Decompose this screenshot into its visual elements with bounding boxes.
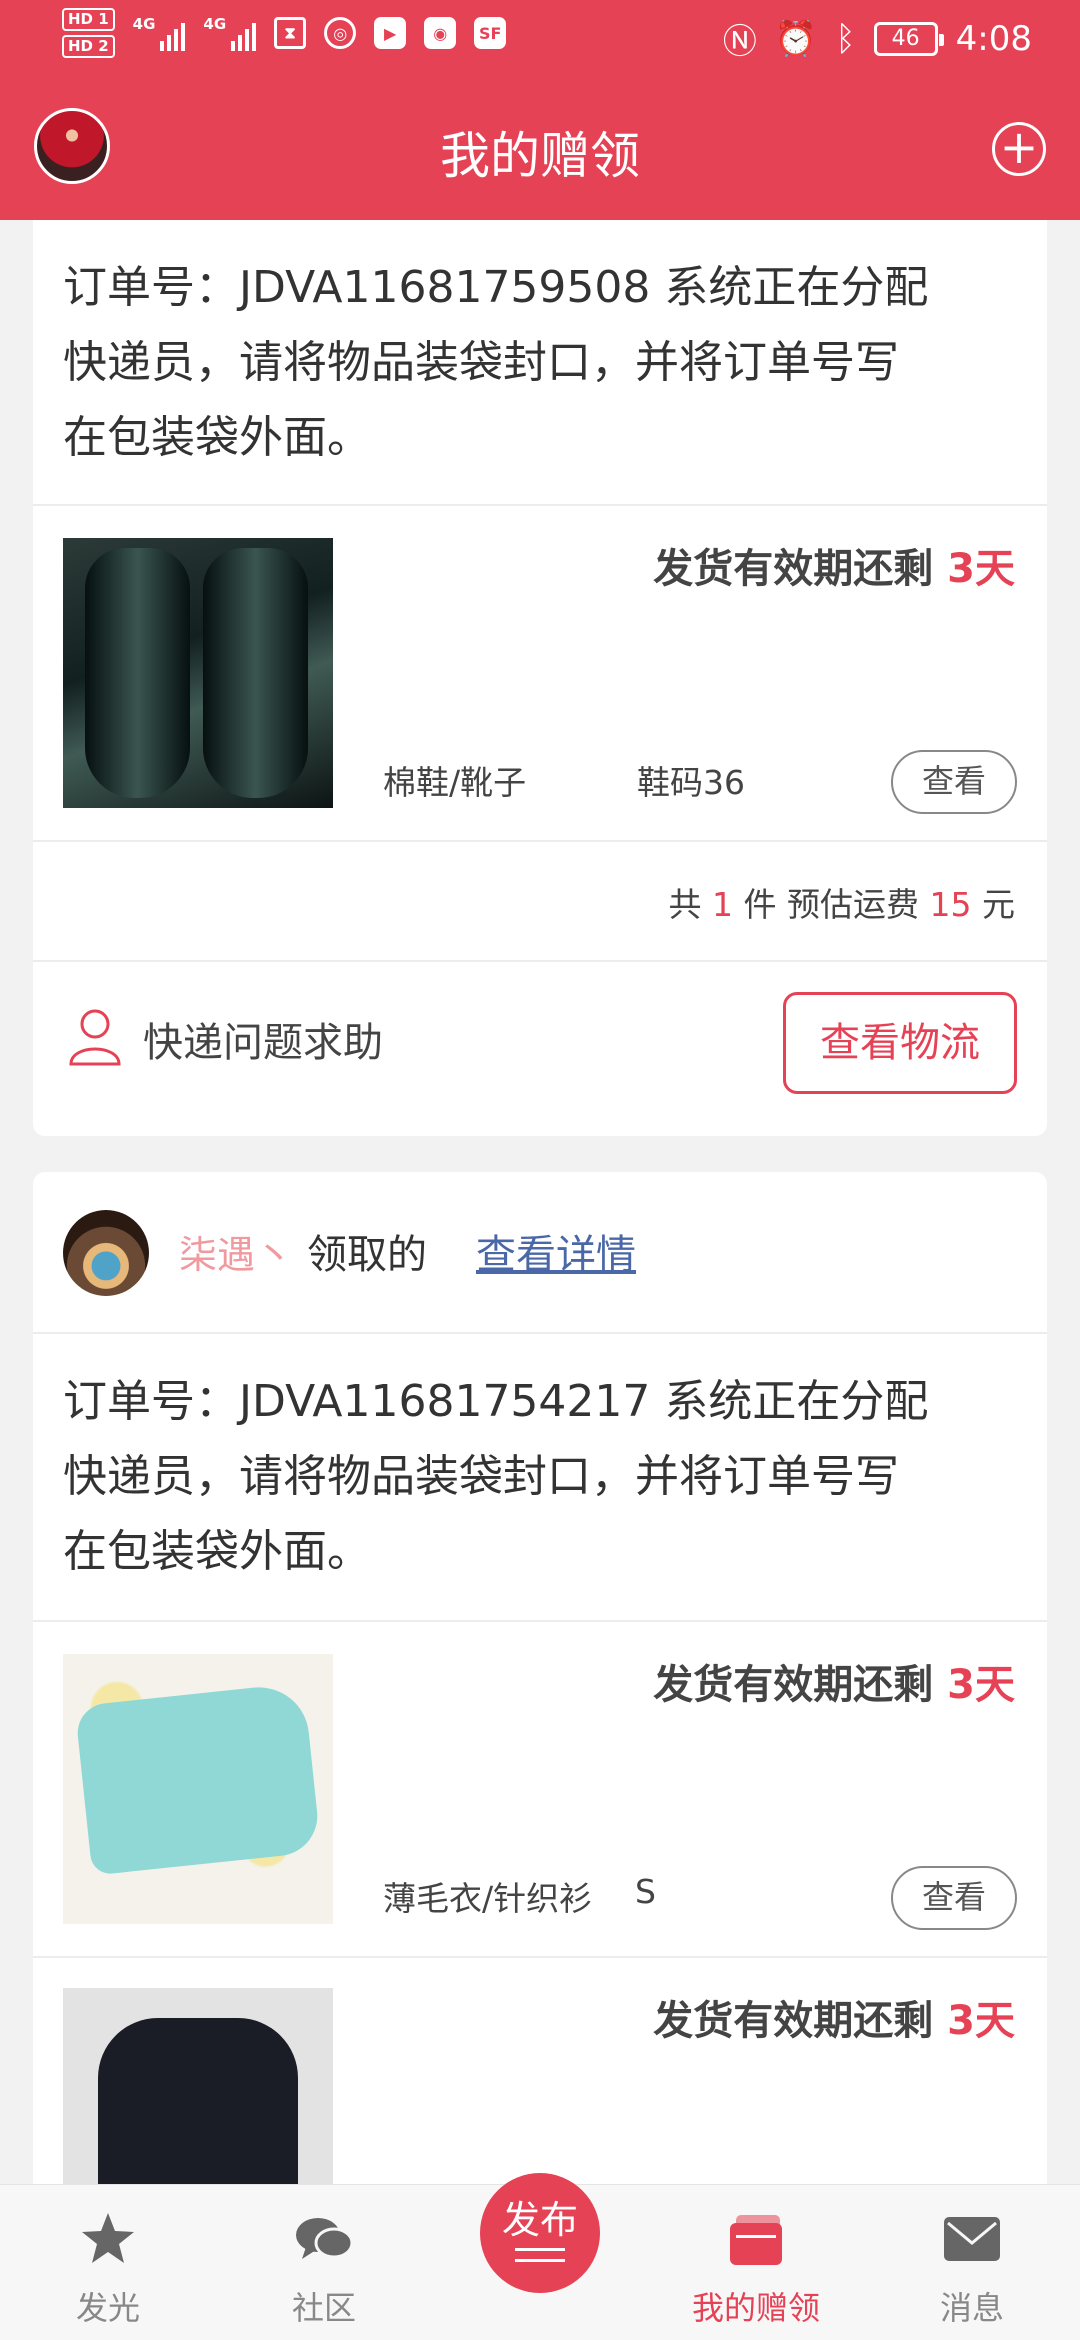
item-image[interactable] — [63, 538, 333, 808]
expiry-label: 发货有效期还剩 3天 — [653, 1662, 1015, 1708]
tab-glow[interactable]: 发光 — [0, 2185, 216, 2340]
battery-icon: 46 — [873, 21, 944, 56]
tab-label: 发光 — [75, 2289, 140, 2327]
status-right: Ⓝ ⏰ ᛒ 46 4:08 — [723, 14, 1032, 63]
view-logistics-button[interactable]: 查看物流 — [783, 992, 1017, 1094]
expiry-label: 发货有效期还剩 3天 — [653, 1998, 1015, 2044]
order-line-1: 订单号：JDVA11681759508 系统正在分配 — [63, 262, 929, 313]
item-size: 鞋码36 — [637, 763, 745, 802]
signal2-icon: 4G — [203, 15, 257, 51]
view-button[interactable]: 查看 — [891, 1866, 1017, 1930]
add-icon[interactable]: + — [992, 122, 1046, 176]
tab-community[interactable]: 社区 — [216, 2185, 432, 2340]
claimed-text: 领取的 — [307, 1232, 427, 1278]
order-line-3: 在包装袋外面。 — [63, 412, 371, 463]
status-left: HD 1 HD 2 4G 4G ⧗ ◎ ▶ ◉ SF — [62, 8, 507, 58]
order-info-2: 订单号：JDVA11681754217 系统正在分配 快递员，请将物品装袋封口，… — [33, 1332, 1047, 1620]
publish-icon — [515, 2248, 565, 2262]
tab-messages[interactable]: 消息 — [864, 2185, 1080, 2340]
item-category: 棉鞋/靴子 — [383, 763, 527, 802]
signal-icon: 4G — [133, 15, 186, 51]
hd1-badge: HD 1 — [62, 8, 115, 31]
person-icon — [69, 1009, 121, 1066]
status-bar: HD 1 HD 2 4G 4G ⧗ ◎ ▶ ◉ SF Ⓝ ⏰ ᛒ 46 4:08 — [0, 0, 1080, 74]
claimer-avatar[interactable] — [63, 1210, 149, 1296]
sf-app-icon: SF — [474, 17, 507, 49]
bulb-app-icon: ◉ — [424, 17, 457, 49]
chat-bubbles-icon — [296, 2218, 354, 2259]
bottom-tab-bar: 发光 社区 发布 我的赠领 消息 — [0, 2173, 1080, 2340]
publish-label: 发布 — [501, 2198, 578, 2242]
summary-row: 共 1 件 预估运费 15 元 — [33, 840, 1047, 960]
tab-my-claims[interactable]: 我的赠领 — [648, 2185, 864, 2340]
order-summary: 共 1 件 预估运费 15 元 — [668, 885, 1016, 924]
tab-label: 消息 — [939, 2289, 1004, 2327]
tab-label: 我的赠领 — [691, 2289, 820, 2327]
tab-publish[interactable]: 发布 — [432, 2173, 648, 2340]
hd2-badge: HD 2 — [62, 35, 115, 58]
item-size: S — [635, 1872, 656, 1911]
item-image[interactable] — [63, 1654, 333, 1924]
order-line-2: 快递员，请将物品装袋封口，并将订单号写 — [63, 337, 899, 388]
wallet-icon — [730, 2215, 782, 2265]
play-app-icon: ▶ — [374, 17, 407, 49]
item-category: 薄毛衣/针织衫 — [383, 1879, 593, 1918]
page-title: 我的赠领 — [440, 127, 640, 185]
order-card-1: 订单号：JDVA11681759508 系统正在分配 快递员，请将物品装袋封口，… — [33, 200, 1047, 1136]
hourglass-icon: ⧗ — [274, 17, 307, 49]
publish-button[interactable]: 发布 — [480, 2173, 600, 2293]
order-line-2: 快递员，请将物品装袋封口，并将订单号写 — [63, 1451, 899, 1502]
order-card-2: 柒遇丶 领取的 查看详情 订单号：JDVA11681754217 系统正在分配 … — [33, 1172, 1047, 2272]
expiry-label: 发货有效期还剩 3天 — [653, 546, 1015, 592]
details-link[interactable]: 查看详情 — [476, 1222, 636, 1280]
order-line-3: 在包装袋外面。 — [63, 1526, 371, 1577]
item-row[interactable]: 发货有效期还剩 3天 薄毛衣/针织衫 S 查看 — [33, 1620, 1047, 1956]
claimer-name[interactable]: 柒遇丶 — [179, 1224, 293, 1279]
help-row: 快递问题求助 查看物流 — [33, 960, 1047, 1136]
clock: 4:08 — [955, 18, 1032, 59]
bluetooth-icon: ᛒ — [835, 18, 856, 59]
envelope-icon — [944, 2217, 1000, 2261]
globe-icon: ◎ — [324, 17, 357, 49]
claimer-row: 柒遇丶 领取的 查看详情 — [33, 1172, 1047, 1332]
courier-help[interactable]: 快递问题求助 — [143, 1010, 383, 1068]
alarm-icon: ⏰ — [774, 18, 818, 59]
order-info: 订单号：JDVA11681759508 系统正在分配 快递员，请将物品装袋封口，… — [33, 250, 958, 475]
app-header: HD 1 HD 2 4G 4G ⧗ ◎ ▶ ◉ SF Ⓝ ⏰ ᛒ 46 4:08 — [0, 0, 1080, 220]
nfc-icon: Ⓝ — [722, 22, 757, 62]
view-button[interactable]: 查看 — [891, 750, 1017, 814]
tab-label: 社区 — [291, 2289, 356, 2327]
order-line-1: 订单号：JDVA11681754217 系统正在分配 — [63, 1376, 929, 1427]
star-icon — [82, 2213, 134, 2263]
item-row[interactable]: 发货有效期还剩 3天 棉鞋/靴子 鞋码36 查看 — [33, 504, 1047, 840]
